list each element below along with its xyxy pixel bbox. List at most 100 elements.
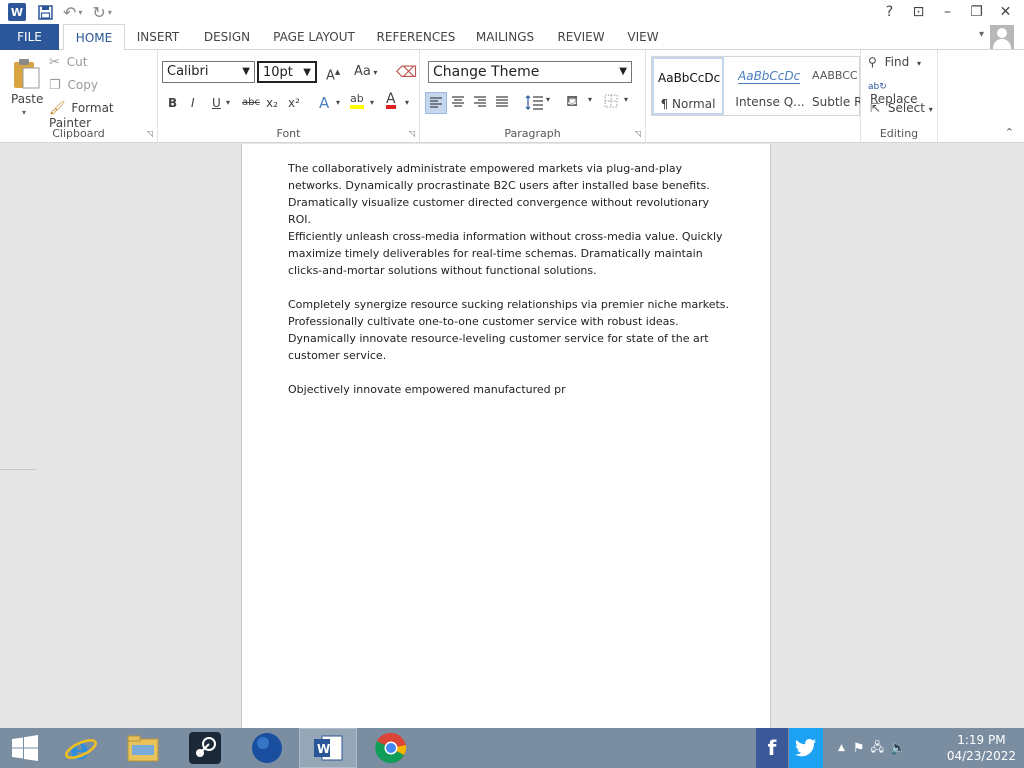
borders-dropdown-icon: ▾ bbox=[624, 95, 629, 104]
underline-button[interactable]: U bbox=[212, 93, 221, 113]
undo-icon[interactable]: ↶ bbox=[63, 1, 76, 23]
copy-button[interactable]: ❐ Copy bbox=[49, 78, 98, 96]
strikethrough-button[interactable]: abc bbox=[242, 93, 260, 113]
style-intense-quote[interactable]: AaBbCcDc Intense Q... bbox=[734, 57, 806, 115]
highlight-dropdown-icon[interactable]: ▾ bbox=[370, 93, 374, 113]
style-subtle-reference[interactable]: AABBCC Subtle Re bbox=[808, 57, 860, 115]
paste-label: Paste bbox=[11, 92, 44, 106]
taskbar-steam[interactable] bbox=[176, 728, 234, 768]
tab-design[interactable]: DESIGN bbox=[200, 24, 254, 50]
align-center-icon bbox=[452, 96, 464, 107]
italic-button[interactable]: I bbox=[191, 93, 195, 113]
taskbar-chrome[interactable] bbox=[362, 728, 420, 768]
replace-button[interactable]: ab↻ Replace bbox=[868, 78, 937, 106]
tab-insert[interactable]: INSERT bbox=[133, 24, 183, 50]
taskbar-twitter[interactable] bbox=[789, 728, 823, 768]
help-button[interactable]: ? bbox=[875, 1, 904, 23]
word-app-icon[interactable]: W bbox=[8, 3, 26, 21]
clock[interactable]: 1:19 PM 04/23/2022 bbox=[947, 732, 1016, 764]
taskbar-internet-explorer[interactable]: e bbox=[52, 728, 110, 768]
taskbar: e W f ▲ ⚑ 🖧 🔈 1:19 PM 04/23/2022 bbox=[0, 728, 1024, 768]
text-effects-dropdown-icon[interactable]: ▾ bbox=[336, 93, 340, 113]
shading-button[interactable]: ⛾ ▾ bbox=[566, 92, 596, 114]
style-normal[interactable]: AaBbCcDc ¶ Normal bbox=[652, 57, 724, 115]
superscript-button[interactable]: x² bbox=[288, 93, 300, 113]
paste-button[interactable]: Paste ▾ bbox=[8, 56, 44, 118]
cut-button[interactable]: ✂ Cut bbox=[49, 55, 87, 73]
document-area[interactable]: The collaboratively administrate empower… bbox=[0, 144, 1024, 728]
copy-label: Copy bbox=[67, 78, 98, 92]
document-page[interactable]: The collaboratively administrate empower… bbox=[241, 144, 771, 728]
align-right-button[interactable] bbox=[470, 92, 492, 114]
left-margin-marker bbox=[0, 469, 36, 470]
ribbon-tabs: FILE HOME INSERT DESIGN PAGE LAYOUT REFE… bbox=[0, 24, 1024, 51]
document-paragraph[interactable]: Completely synergize resource sucking re… bbox=[288, 296, 733, 364]
clipboard-launcher-icon[interactable]: ◹ bbox=[147, 129, 153, 138]
show-hidden-icons-icon[interactable]: ▲ bbox=[838, 743, 845, 753]
justify-button[interactable] bbox=[492, 92, 514, 114]
undo-dropdown-icon[interactable]: ▾ bbox=[78, 1, 82, 23]
tab-mailings[interactable]: MAILINGS bbox=[472, 24, 538, 50]
select-button[interactable]: ⇱ Select ▾ bbox=[870, 101, 933, 119]
underline-dropdown-icon[interactable]: ▾ bbox=[226, 93, 230, 113]
style-name: Intense Q... bbox=[735, 95, 805, 109]
highlight-button[interactable]: ab bbox=[350, 91, 364, 109]
restore-button[interactable]: ❐ bbox=[962, 1, 991, 23]
chevron-down-icon[interactable]: ▾ bbox=[979, 29, 984, 40]
document-paragraph[interactable]: Objectively innovate empowered manufactu… bbox=[288, 381, 733, 398]
start-button[interactable] bbox=[0, 728, 50, 768]
font-family-select[interactable]: Calibri ▼ bbox=[162, 61, 255, 83]
tab-review[interactable]: REVIEW bbox=[554, 24, 608, 50]
ribbon: Paste ▾ ✂ Cut ❐ Copy 🖌 Format Painter Cl… bbox=[0, 50, 1024, 143]
change-theme-select[interactable]: Change Theme ▼ bbox=[428, 61, 632, 83]
bold-button[interactable]: B bbox=[168, 93, 177, 113]
find-button[interactable]: ⚲ Find ▾ bbox=[868, 55, 921, 73]
editing-group-label: Editing bbox=[879, 127, 919, 140]
taskbar-word[interactable]: W bbox=[299, 728, 357, 768]
style-sample: AaBbCcDc bbox=[738, 69, 801, 84]
tab-home[interactable]: HOME bbox=[63, 24, 125, 51]
volume-icon[interactable]: 🔈 bbox=[890, 741, 906, 756]
tab-page-layout[interactable]: PAGE LAYOUT bbox=[270, 24, 358, 50]
format-painter-button[interactable]: 🖌 Format Painter bbox=[49, 101, 157, 130]
user-avatar[interactable] bbox=[990, 25, 1014, 49]
action-center-flag-icon[interactable]: ⚑ bbox=[853, 741, 865, 756]
network-icon[interactable]: 🖧 bbox=[871, 738, 884, 759]
font-color-dropdown-icon[interactable]: ▾ bbox=[405, 93, 409, 113]
clear-formatting-icon[interactable]: ⌫ bbox=[396, 62, 417, 82]
save-icon[interactable] bbox=[38, 1, 53, 23]
tab-file[interactable]: FILE bbox=[0, 24, 59, 50]
line-spacing-button[interactable]: ▾ bbox=[524, 92, 554, 114]
font-launcher-icon[interactable]: ◹ bbox=[409, 129, 415, 138]
internet-explorer-icon: e bbox=[65, 732, 97, 765]
subscript-button[interactable]: x₂ bbox=[266, 93, 278, 113]
document-paragraph[interactable]: Efficiently unleash cross-media informat… bbox=[288, 228, 733, 279]
font-color-button[interactable]: A bbox=[386, 91, 396, 109]
tab-references[interactable]: REFERENCES bbox=[374, 24, 458, 50]
tab-view[interactable]: VIEW bbox=[624, 24, 662, 50]
editing-group: ⚲ Find ▾ ab↻ Replace ⇱ Select ▾ Editing bbox=[860, 50, 938, 143]
chevron-down-icon: ▼ bbox=[303, 67, 311, 78]
minimize-button[interactable]: – bbox=[933, 1, 962, 23]
customize-qat-icon[interactable]: ▾ bbox=[108, 1, 112, 23]
font-size-select[interactable]: 10pt ▼ bbox=[257, 61, 317, 83]
ribbon-display-options-icon[interactable]: ⊡ bbox=[904, 1, 933, 23]
redo-icon[interactable]: ↻ bbox=[92, 1, 105, 23]
borders-button[interactable]: ▾ bbox=[602, 92, 632, 114]
align-left-button[interactable] bbox=[425, 92, 447, 114]
select-dropdown-icon: ▾ bbox=[928, 105, 933, 114]
taskbar-facebook[interactable]: f bbox=[756, 728, 788, 768]
document-paragraph[interactable]: The collaboratively administrate empower… bbox=[288, 160, 733, 228]
text-effects-button[interactable]: A bbox=[319, 93, 329, 113]
grow-font-button[interactable]: A▲ bbox=[326, 62, 340, 83]
taskbar-globe-app[interactable] bbox=[238, 728, 296, 768]
close-button[interactable]: ✕ bbox=[991, 1, 1020, 23]
align-center-button[interactable] bbox=[448, 92, 470, 114]
taskbar-file-explorer[interactable] bbox=[114, 728, 172, 768]
twitter-icon bbox=[795, 739, 816, 757]
paste-dropdown-icon[interactable]: ▾ bbox=[22, 108, 26, 117]
collapse-ribbon-icon[interactable]: ⌃ bbox=[1005, 126, 1014, 139]
change-case-button[interactable]: Aa ▾ bbox=[354, 62, 377, 82]
find-dropdown-icon: ▾ bbox=[917, 59, 922, 68]
paragraph-launcher-icon[interactable]: ◹ bbox=[635, 129, 641, 138]
